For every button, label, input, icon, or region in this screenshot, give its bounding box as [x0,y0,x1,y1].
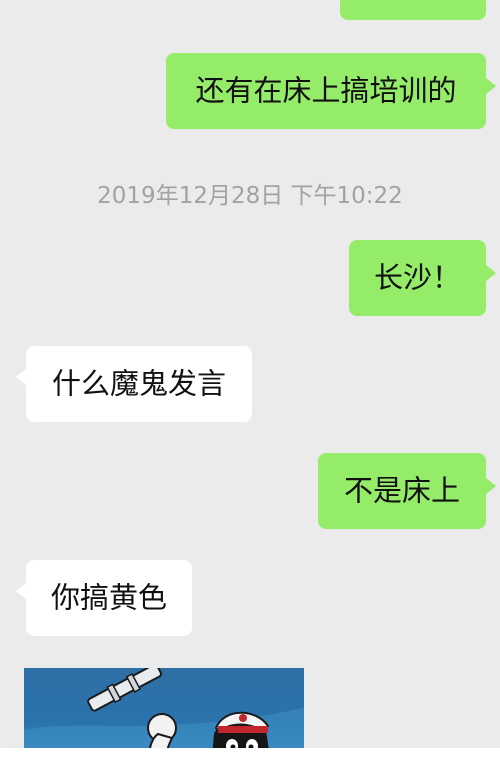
message-bubble-nonsense[interactable]: 什么魔鬼发言 [16,346,252,422]
message-text: 还有在床上搞培训的 [195,73,457,108]
message-bubble-training[interactable]: 还有在床上搞培训的 [166,53,496,129]
message-text: 什么魔鬼发言 [51,366,226,401]
chat-window: 还有在床上搞培训的 2019年12月28日 下午10:22 长沙！ 什么魔鬼发言… [0,0,500,748]
cartoon-image-icon [24,668,304,748]
message-bubble-changsha[interactable]: 长沙！ [349,240,496,316]
message-timestamp: 2019年12月28日 下午10:22 [97,183,403,209]
message-text: 长沙！ [373,260,461,295]
message-bubble-yellow[interactable]: 你搞黄色 [16,560,192,636]
message-bubble-previous[interactable] [340,0,486,20]
image-message[interactable] [24,668,304,748]
message-text: 你搞黄色 [50,580,167,615]
message-text: 不是床上 [343,473,460,508]
message-bubble-not-bed[interactable]: 不是床上 [318,453,496,529]
